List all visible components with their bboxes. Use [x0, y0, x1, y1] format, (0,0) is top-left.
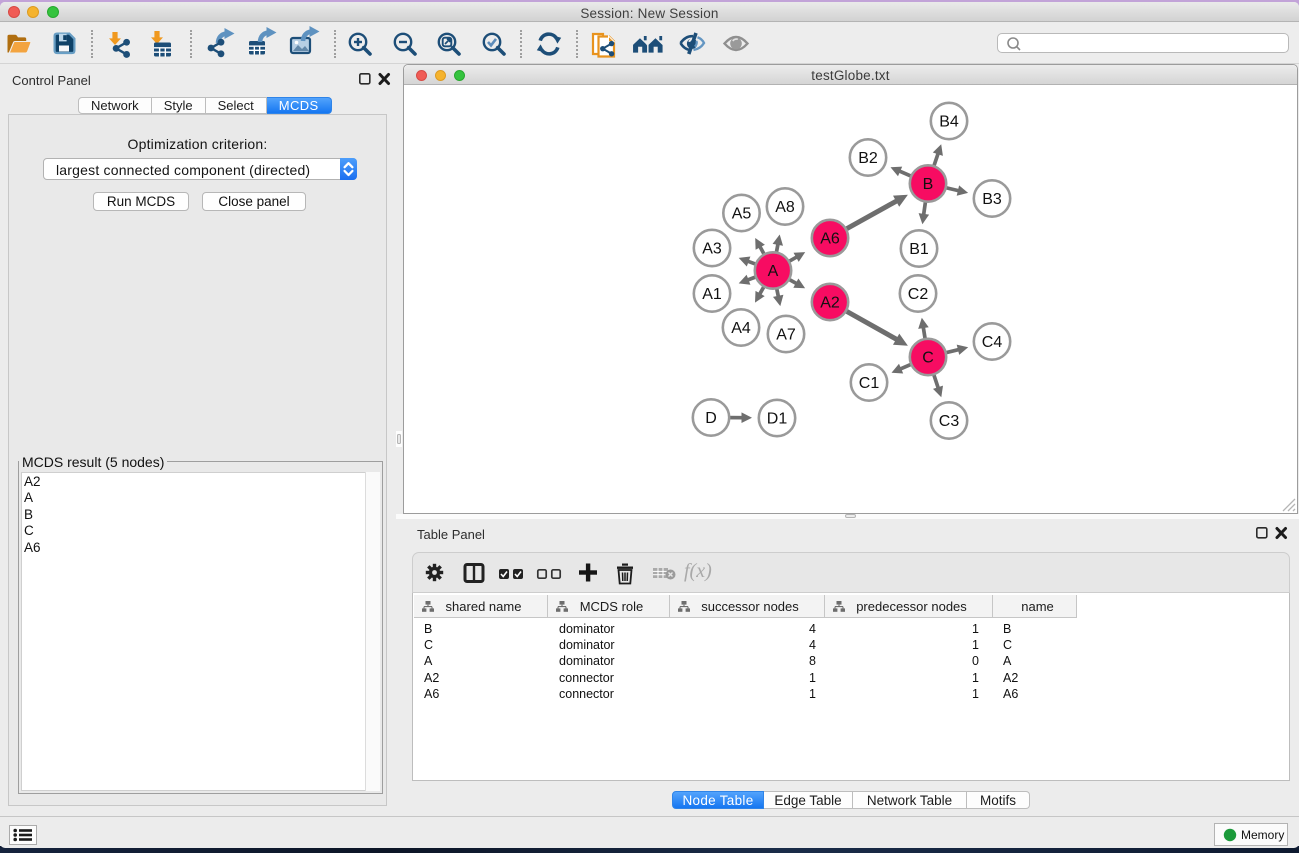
svg-text:A3: A3	[702, 241, 722, 258]
svg-text:A1: A1	[702, 286, 722, 303]
svg-text:D1: D1	[767, 411, 788, 428]
svg-text:B1: B1	[909, 241, 929, 258]
svg-text:A7: A7	[776, 327, 796, 344]
svg-text:A6: A6	[820, 231, 840, 248]
svg-text:B3: B3	[982, 191, 1002, 208]
svg-text:C4: C4	[982, 334, 1003, 351]
svg-text:D: D	[705, 410, 717, 427]
svg-text:C3: C3	[939, 413, 960, 430]
svg-text:C: C	[922, 350, 934, 367]
svg-text:A2: A2	[820, 295, 840, 312]
svg-text:B: B	[923, 176, 934, 193]
svg-text:A5: A5	[732, 206, 752, 223]
svg-text:A4: A4	[731, 320, 751, 337]
svg-text:B4: B4	[939, 114, 959, 131]
svg-text:B2: B2	[858, 150, 878, 167]
svg-text:A: A	[768, 263, 779, 280]
svg-text:C2: C2	[908, 286, 929, 303]
svg-text:A8: A8	[775, 199, 795, 216]
svg-text:C1: C1	[859, 375, 880, 392]
